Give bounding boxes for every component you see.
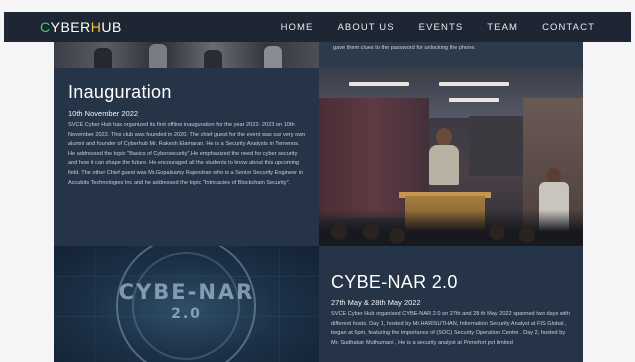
inauguration-photo: [319, 68, 583, 246]
cybenar-graphic-title: CYBE-NAR: [118, 280, 255, 304]
previous-event-text: gave them clues to the password for unlo…: [333, 45, 477, 51]
cybenar-card: CYBE-NAR 2.0 27th May & 28th May 2022 SV…: [319, 246, 583, 362]
nav-link-team[interactable]: TEAM: [487, 22, 518, 33]
logo-letter-h: H: [90, 19, 102, 35]
site-logo[interactable]: CYBERHUB: [40, 19, 122, 35]
inauguration-description: SVCE Cyber Hub has organized its first o…: [68, 122, 306, 186]
inauguration-title: Inauguration: [68, 82, 172, 102]
inauguration-card: Inauguration 10th November 2022 SVCE Cyb…: [54, 68, 319, 246]
logo-text-ub: UB: [101, 19, 122, 35]
nav-link-events[interactable]: EVENTS: [419, 22, 464, 33]
nav-link-about-us[interactable]: ABOUT US: [337, 22, 394, 33]
navbar: CYBERHUB HOME ABOUT US EVENTS TEAM CONTA…: [4, 12, 631, 42]
inauguration-date: 10th November 2022: [68, 109, 139, 118]
logo-letter-c: C: [40, 19, 51, 35]
cybenar-title: CYBE-NAR 2.0: [331, 272, 458, 292]
cybenar-graphic-subtitle: 2.0: [171, 306, 202, 322]
previous-event-photo: [54, 42, 319, 68]
nav-link-contact[interactable]: CONTACT: [542, 22, 595, 33]
nav-links: HOME ABOUT US EVENTS TEAM CONTACT: [257, 22, 595, 33]
nav-link-home[interactable]: HOME: [281, 22, 314, 33]
previous-event-text-panel: gave them clues to the password for unlo…: [319, 42, 583, 68]
cybenar-graphic: CYBE-NAR 2.0: [54, 246, 319, 362]
page: CYBERHUB HOME ABOUT US EVENTS TEAM CONTA…: [0, 0, 635, 362]
cybenar-date: 27th May & 28th May 2022: [331, 298, 421, 307]
cybenar-description: SVCE Cyber Hub organised CYBE-NAR 2.0 on…: [331, 311, 570, 346]
logo-text-yber: YBER: [50, 19, 91, 35]
events-grid: gave them clues to the password for unlo…: [54, 42, 583, 362]
